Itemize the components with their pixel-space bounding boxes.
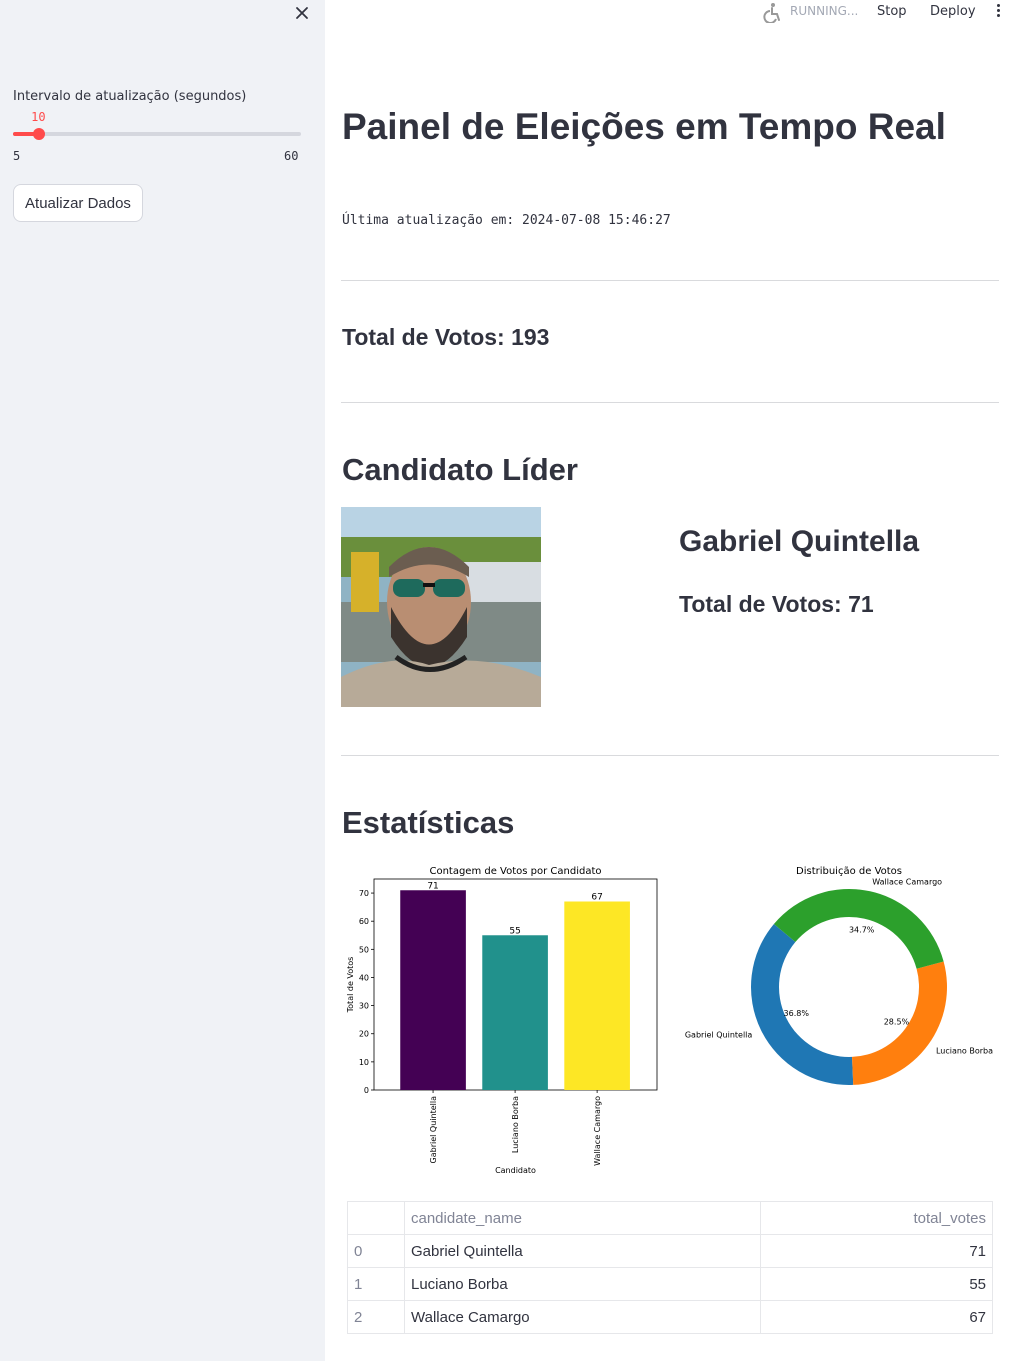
bar-value-label: 55	[509, 926, 520, 936]
y-tick-label: 70	[359, 889, 369, 898]
slice-label: Wallace Camargo	[872, 878, 942, 887]
table-cell-votes[interactable]: 67	[760, 1300, 993, 1334]
y-tick-label: 50	[359, 945, 369, 954]
slider-min-label: 5	[13, 149, 21, 163]
leader-votes: Total de Votos: 71	[679, 591, 874, 617]
y-tick-label: 40	[359, 973, 369, 982]
x-tick-label: Wallace Camargo	[593, 1096, 602, 1166]
slice-percent-label: 34.7%	[849, 926, 875, 935]
chart-title: Distribuição de Votos	[796, 866, 902, 877]
running-status: RUNNING...	[790, 4, 859, 18]
slice-percent-label: 28.5%	[884, 1018, 910, 1027]
slice-label: Gabriel Quintella	[685, 1031, 753, 1040]
table-cell-index[interactable]: 0	[347, 1234, 405, 1268]
last-update-text: Última atualização em: 2024-07-08 15:46:…	[342, 213, 671, 228]
y-tick-label: 30	[359, 1002, 369, 1011]
slider-max-label: 60	[284, 149, 299, 163]
table-header-index[interactable]	[347, 1201, 405, 1235]
y-tick-label: 60	[359, 917, 369, 926]
main-menu-icon[interactable]	[993, 3, 1003, 21]
chart-title: Contagem de Votos por Candidato	[429, 866, 601, 877]
page-title: Painel de Eleições em Tempo Real	[342, 106, 946, 147]
slice-percent-label: 36.8%	[784, 1009, 810, 1018]
table-row: 1 Luciano Borba 55	[347, 1267, 993, 1301]
slider-thumb[interactable]	[33, 128, 46, 140]
x-tick-label: Luciano Borba	[511, 1096, 520, 1153]
bar-luciano-borba	[482, 935, 548, 1090]
table-cell-index[interactable]: 2	[347, 1300, 405, 1334]
table-header-candidate[interactable]: candidate_name	[403, 1201, 762, 1235]
table-row: 2 Wallace Camargo 67	[347, 1300, 993, 1334]
table-cell-votes[interactable]: 55	[760, 1267, 993, 1301]
votes-donut-chart: Distribuição de Votos Gabriel Quintella 36…	[685, 866, 993, 1085]
leader-name: Gabriel Quintella	[679, 525, 920, 558]
slice-label: Luciano Borba	[936, 1047, 993, 1056]
x-axis-label: Candidato	[495, 1166, 536, 1175]
y-tick-label: 20	[359, 1030, 369, 1039]
table-header-votes[interactable]: total_votes	[760, 1201, 993, 1235]
table-cell-candidate[interactable]: Wallace Camargo	[403, 1300, 762, 1334]
bar-value-label: 71	[427, 881, 438, 891]
y-tick-label: 0	[364, 1086, 369, 1095]
slider-label: Intervalo de atualização (segundos)	[13, 89, 247, 104]
sidebar: Intervalo de atualização (segundos) 10 5…	[0, 0, 325, 1361]
votes-table: candidate_name total_votes 0 Gabriel Qui…	[347, 1201, 993, 1334]
refresh-data-button[interactable]: Atualizar Dados	[13, 184, 143, 222]
table-cell-candidate[interactable]: Luciano Borba	[403, 1267, 762, 1301]
total-votes: Total de Votos: 193	[342, 324, 550, 350]
table-row: 0 Gabriel Quintella 71	[347, 1234, 993, 1268]
top-toolbar: RUNNING... Stop Deploy	[325, 0, 1019, 24]
running-status-icon	[761, 1, 783, 24]
divider	[341, 755, 999, 756]
divider	[341, 402, 999, 403]
close-sidebar-icon[interactable]	[291, 2, 313, 24]
refresh-interval-slider[interactable]	[13, 128, 301, 140]
slider-current-value: 10	[31, 110, 46, 124]
table-header-row: candidate_name total_votes	[347, 1201, 993, 1235]
y-tick-label: 10	[359, 1058, 369, 1067]
leader-heading: Candidato Líder	[342, 452, 578, 487]
y-axis-label: Total de Votos	[346, 957, 355, 1014]
stop-button[interactable]: Stop	[877, 4, 907, 19]
bar-gabriel-quintella	[400, 890, 466, 1090]
x-tick-label: Gabriel Quintella	[429, 1096, 438, 1164]
deploy-button[interactable]: Deploy	[930, 4, 976, 19]
bar-value-label: 67	[591, 893, 602, 903]
divider	[341, 280, 999, 281]
table-cell-candidate[interactable]: Gabriel Quintella	[403, 1234, 762, 1268]
slice-gabriel-quintella	[751, 924, 854, 1085]
leader-photo	[341, 507, 541, 707]
votes-bar-chart: Contagem de Votos por Candidato 0 10 20 30 40…	[346, 866, 658, 1175]
table-cell-votes[interactable]: 71	[760, 1234, 993, 1268]
bar-wallace-camargo	[564, 901, 630, 1090]
stats-heading: Estatísticas	[342, 805, 515, 840]
table-cell-index[interactable]: 1	[347, 1267, 405, 1301]
